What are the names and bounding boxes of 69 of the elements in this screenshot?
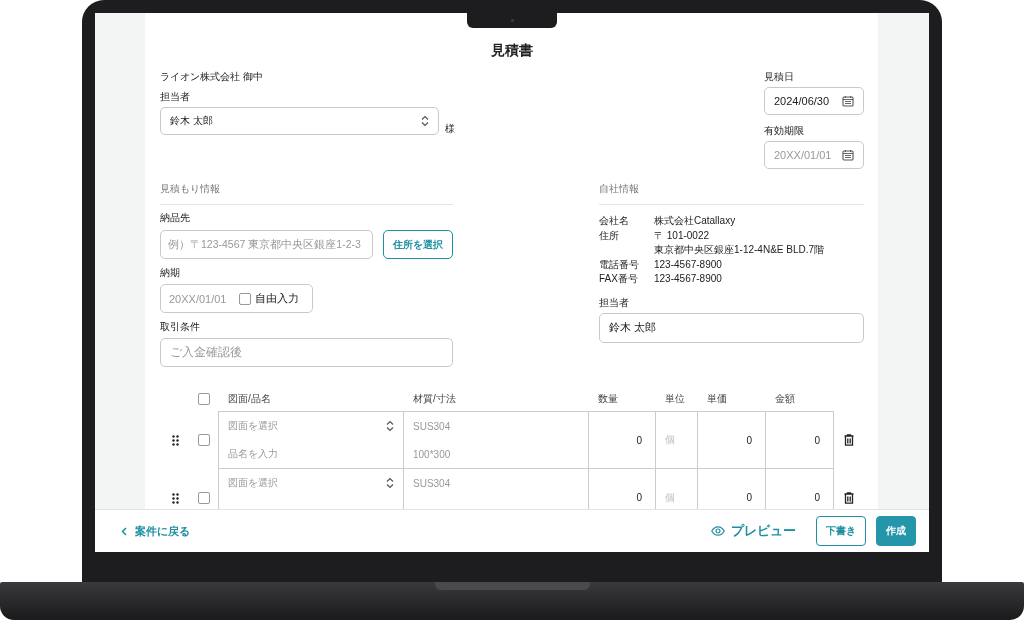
- drag-handle-icon[interactable]: [171, 434, 179, 446]
- unit-field[interactable]: 個: [665, 433, 675, 447]
- column-header: 材質/寸法: [412, 392, 457, 406]
- material-field[interactable]: SUS304: [413, 477, 451, 489]
- info-label: 会社名: [599, 214, 630, 228]
- terms-field[interactable]: ご入金確認後: [160, 338, 453, 367]
- column-header: 図面/品名: [227, 392, 272, 406]
- info-value: 東京都中央区銀座1-12-4N&E BLD.7階: [654, 243, 826, 258]
- drawing-select[interactable]: 図面を選択: [228, 419, 278, 433]
- preview-link[interactable]: プレビュー: [711, 522, 796, 540]
- checkbox[interactable]: [198, 393, 210, 405]
- draft-button[interactable]: 下書き: [816, 516, 866, 546]
- column-header: 金額: [774, 392, 796, 406]
- document-title: 見積書: [490, 41, 534, 59]
- trash-icon[interactable]: [844, 492, 854, 504]
- field-label: 取引条件: [160, 320, 201, 334]
- column-header: 数量: [597, 392, 619, 406]
- info-value: 123-4567-8900: [654, 272, 723, 287]
- field-label: 担当者: [160, 90, 191, 104]
- chevron-left-icon: [121, 526, 127, 536]
- up-down-chevron-icon: [421, 115, 429, 127]
- field-label: 担当者: [599, 295, 630, 310]
- checkbox[interactable]: [198, 434, 210, 446]
- trash-icon[interactable]: [844, 434, 854, 446]
- info-label: 住所: [599, 228, 620, 243]
- create-button[interactable]: 作成: [876, 516, 916, 546]
- field-label: 見積日: [764, 70, 795, 84]
- column-header: 単価: [706, 392, 728, 406]
- section-heading: 自社情報: [599, 181, 864, 205]
- up-down-chevron-icon: [386, 477, 394, 490]
- address-field[interactable]: 例）〒123-4567 東京都中央区銀座1-2-3: [160, 230, 374, 259]
- due-date-field[interactable]: 20XX/01/01 自由入力: [160, 284, 313, 313]
- unit-price-field[interactable]: 0: [746, 434, 752, 446]
- checkbox-label: 自由入力: [255, 291, 299, 306]
- info-value: 株式会社Catallaxy: [654, 214, 737, 228]
- contact-field[interactable]: 鈴木 太郎: [599, 312, 864, 343]
- date-field[interactable]: 2024/06/30: [764, 87, 864, 115]
- column-header: 単位: [664, 392, 686, 406]
- checkbox[interactable]: [239, 292, 251, 305]
- drag-handle-icon[interactable]: [171, 492, 179, 504]
- date-field[interactable]: 20XX/01/01: [764, 141, 864, 169]
- field-label: 納品先: [160, 211, 191, 225]
- eye-icon: [711, 526, 725, 536]
- amount-value: 0: [814, 492, 820, 503]
- info-label: 電話番号: [599, 257, 640, 272]
- field-label: 納期: [160, 266, 181, 280]
- field-label: 有効期限: [764, 124, 805, 138]
- item-name-field[interactable]: 品名を入力: [228, 447, 278, 461]
- unit-field[interactable]: 個: [665, 490, 675, 505]
- info-label: FAX番号: [599, 272, 639, 287]
- checkbox[interactable]: [198, 492, 210, 504]
- select-address-button[interactable]: 住所を選択: [383, 230, 453, 259]
- size-field[interactable]: 100*300: [413, 448, 451, 460]
- section-heading: 見積もり情報: [160, 181, 453, 205]
- info-value: 〒 101-0022: [654, 228, 711, 243]
- material-field[interactable]: SUS304: [413, 420, 451, 432]
- contact-select[interactable]: 鈴木 太郎: [160, 107, 439, 135]
- amount-value: 0: [814, 434, 820, 446]
- quantity-field[interactable]: 0: [636, 492, 642, 503]
- client-name: ライオン株式会社 御中: [160, 70, 264, 84]
- calendar-icon: [842, 149, 854, 161]
- calendar-icon: [842, 95, 854, 107]
- unit-price-field[interactable]: 0: [746, 492, 752, 503]
- drawing-select[interactable]: 図面を選択: [228, 476, 278, 491]
- quantity-field[interactable]: 0: [636, 434, 642, 446]
- up-down-chevron-icon: [386, 420, 394, 432]
- honorific-text: 様: [445, 123, 455, 135]
- info-value: 123-4567-8900: [654, 257, 723, 272]
- back-link[interactable]: 案件に戻る: [121, 523, 190, 539]
